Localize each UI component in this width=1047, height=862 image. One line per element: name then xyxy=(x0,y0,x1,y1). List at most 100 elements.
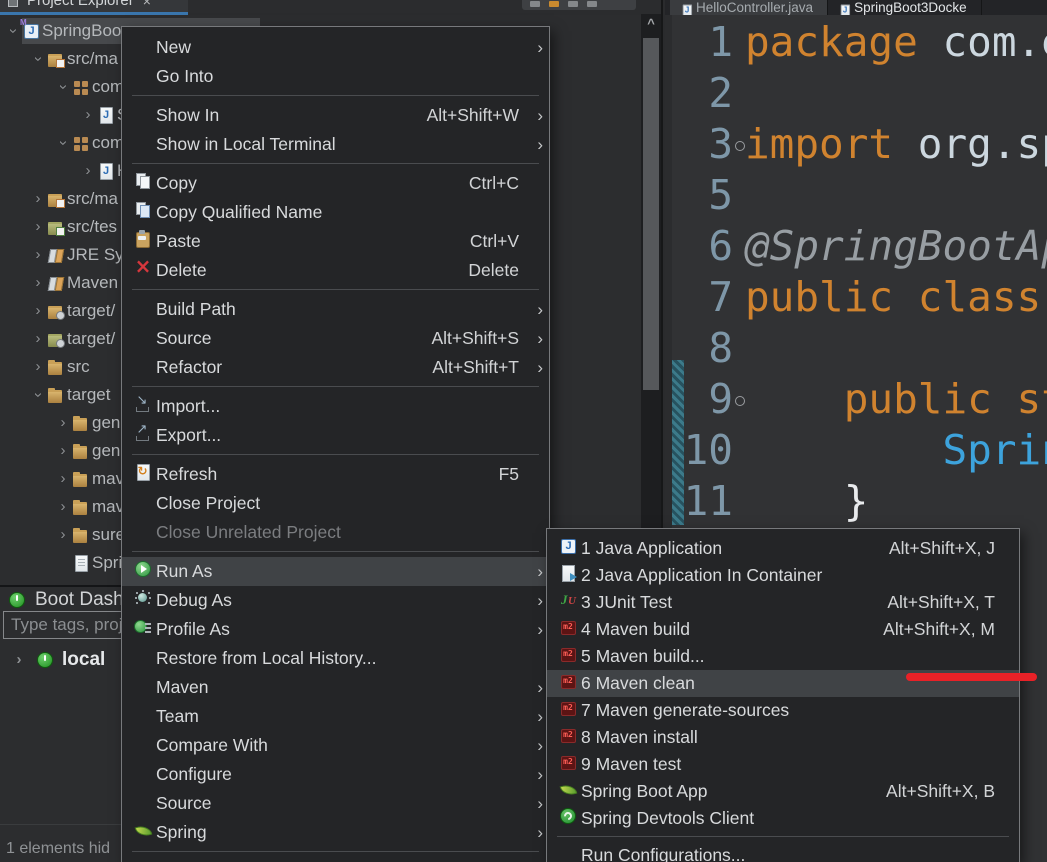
run-as-item-7-maven-generate-sources[interactable]: 7 Maven generate-sources xyxy=(547,697,1019,724)
close-icon[interactable]: × xyxy=(143,0,151,9)
chevron-right-icon[interactable]: › xyxy=(29,358,47,376)
menu-item-configure[interactable]: Configure› xyxy=(122,760,549,789)
chevron-right-icon[interactable]: › xyxy=(10,651,28,669)
menu-item-source[interactable]: SourceAlt+Shift+S› xyxy=(122,324,549,353)
run-as-item-5-maven-build[interactable]: 5 Maven build... xyxy=(547,643,1019,670)
menu-item-copy-qualified-name[interactable]: Copy Qualified Name xyxy=(122,198,549,227)
menu-item-close-project[interactable]: Close Project xyxy=(122,489,549,518)
view-menu-icon[interactable] xyxy=(568,1,578,7)
chevron-right-icon[interactable]: › xyxy=(29,246,47,264)
chevron-right-icon[interactable]: › xyxy=(54,414,72,432)
menu-item-label: 7 Maven generate-sources xyxy=(581,700,995,721)
debug-icon xyxy=(134,589,152,607)
menu-item-source[interactable]: Source› xyxy=(122,789,549,818)
menu-item-debug-as[interactable]: Debug As› xyxy=(122,586,549,615)
chevron-right-icon[interactable]: › xyxy=(29,190,47,208)
profile-icon xyxy=(134,618,152,636)
chevron-down-icon[interactable]: › xyxy=(29,386,47,404)
chevron-right-icon[interactable]: › xyxy=(54,442,72,460)
menu-item-run-as[interactable]: Run As› xyxy=(122,557,549,586)
chevron-right-icon[interactable]: › xyxy=(29,330,47,348)
code-line-2: 2 xyxy=(665,68,1047,119)
chevron-right-icon[interactable]: › xyxy=(54,526,72,544)
run-as-item-9-maven-test[interactable]: 9 Maven test xyxy=(547,751,1019,778)
menu-item-label: Compare With xyxy=(156,735,519,756)
run-as-item-spring-devtools-client[interactable]: Spring Devtools Client xyxy=(547,805,1019,832)
run-as-item-1-java-application[interactable]: 1 Java ApplicationAlt+Shift+X, J xyxy=(547,535,1019,562)
menu-item-label: Refresh xyxy=(156,464,499,485)
project-explorer-scrollbar[interactable]: ^ xyxy=(641,14,661,528)
tab-project-explorer[interactable]: Project Explorer × xyxy=(0,0,188,15)
chevron-right-icon[interactable]: › xyxy=(29,302,47,320)
code-text: Sprin xyxy=(745,425,1047,476)
menu-item-delete[interactable]: DeleteDelete xyxy=(122,256,549,285)
run-as-item-3-junit-test[interactable]: 3 JUnit TestAlt+Shift+X, T xyxy=(547,589,1019,616)
menu-item-maven[interactable]: Maven› xyxy=(122,673,549,702)
run-as-item-8-maven-install[interactable]: 8 Maven install xyxy=(547,724,1019,751)
menu-item-label: Maven xyxy=(156,677,519,698)
menu-item-team[interactable]: Team› xyxy=(122,702,549,731)
menu-item-copy[interactable]: CopyCtrl+C xyxy=(122,169,549,198)
menu-item-label: Export... xyxy=(156,425,519,446)
menu-item-label: Spring Devtools Client xyxy=(581,808,995,829)
code-line-9: 9 public st xyxy=(665,374,1047,425)
chevron-right-icon[interactable]: › xyxy=(54,470,72,488)
scrollbar-up-arrow-icon[interactable]: ^ xyxy=(641,14,661,32)
menu-item-shortcut: F5 xyxy=(499,464,519,485)
chevron-right-icon[interactable]: › xyxy=(29,274,47,292)
menu-item-export[interactable]: Export... xyxy=(122,421,549,450)
menu-item-refactor[interactable]: RefactorAlt+Shift+T› xyxy=(122,353,549,382)
java-file-icon xyxy=(97,162,115,180)
minimize-view-icon[interactable] xyxy=(587,1,597,7)
fold-gutter xyxy=(733,272,745,323)
menu-item-show-in-local-terminal[interactable]: Show in Local Terminal› xyxy=(122,130,549,159)
run-as-item-run-configurations[interactable]: Run Configurations... xyxy=(547,842,1019,862)
project-explorer-tabbar: Project Explorer × xyxy=(0,0,661,15)
code-token: } xyxy=(844,477,869,525)
fold-gutter xyxy=(733,323,745,374)
collapse-all-icon[interactable] xyxy=(530,1,540,7)
menu-item-label: Refactor xyxy=(156,357,432,378)
menu-item-shortcut: Ctrl+V xyxy=(470,231,519,252)
file-icon xyxy=(72,554,90,572)
line-number: 8 xyxy=(665,323,733,374)
code-area[interactable]: 1package com.e23import org.sp56@SpringBo… xyxy=(665,15,1047,527)
link-with-editor-icon[interactable] xyxy=(549,1,559,7)
code-text: public st xyxy=(745,374,1047,425)
menu-item-shortcut: Delete xyxy=(468,260,519,281)
menu-item-import[interactable]: Import... xyxy=(122,392,549,421)
chevron-down-icon[interactable]: › xyxy=(29,50,47,68)
fold-marker-icon xyxy=(733,374,745,425)
menu-item-build-path[interactable]: Build Path› xyxy=(122,295,549,324)
menu-item-compare-with[interactable]: Compare With› xyxy=(122,731,549,760)
menu-item-close-unrelated-project[interactable]: Close Unrelated Project xyxy=(122,518,549,547)
status-divider xyxy=(0,824,121,825)
chevron-right-icon[interactable]: › xyxy=(79,162,97,180)
menu-item-paste[interactable]: PasteCtrl+V xyxy=(122,227,549,256)
run-as-submenu: 1 Java ApplicationAlt+Shift+X, J2 Java A… xyxy=(546,528,1020,862)
menu-item-new[interactable]: New› xyxy=(122,33,549,62)
menu-item-properties[interactable]: PropertiesAlt+Enter xyxy=(122,857,549,862)
menu-item-show-in[interactable]: Show InAlt+Shift+W› xyxy=(122,101,549,130)
context-menu: New›Go Into Show InAlt+Shift+W›Show in Lo… xyxy=(121,26,550,862)
menu-item-profile-as[interactable]: Profile As› xyxy=(122,615,549,644)
fold-marker-icon xyxy=(733,119,745,170)
menu-item-go-into[interactable]: Go Into xyxy=(122,62,549,91)
run-as-item-2-java-application-in-container[interactable]: 2 Java Application In Container xyxy=(547,562,1019,589)
menu-item-restore-from-local-history[interactable]: Restore from Local History... xyxy=(122,644,549,673)
line-number: 5 xyxy=(665,170,733,221)
chevron-right-icon[interactable]: › xyxy=(79,106,97,124)
code-line-5: 5 xyxy=(665,170,1047,221)
m2-icon xyxy=(559,645,577,663)
chevron-right-icon[interactable]: › xyxy=(54,498,72,516)
menu-item-spring[interactable]: Spring› xyxy=(122,818,549,847)
chevron-down-icon[interactable]: › xyxy=(54,78,72,96)
line-number: 3 xyxy=(665,119,733,170)
scrollbar-thumb[interactable] xyxy=(643,38,659,390)
run-as-item-spring-boot-app[interactable]: Spring Boot AppAlt+Shift+X, B xyxy=(547,778,1019,805)
chevron-right-icon[interactable]: › xyxy=(29,218,47,236)
chevron-down-icon[interactable]: › xyxy=(54,134,72,152)
menu-item-refresh[interactable]: RefreshF5 xyxy=(122,460,549,489)
menu-item-label: Source xyxy=(156,793,519,814)
run-as-item-4-maven-build[interactable]: 4 Maven buildAlt+Shift+X, M xyxy=(547,616,1019,643)
